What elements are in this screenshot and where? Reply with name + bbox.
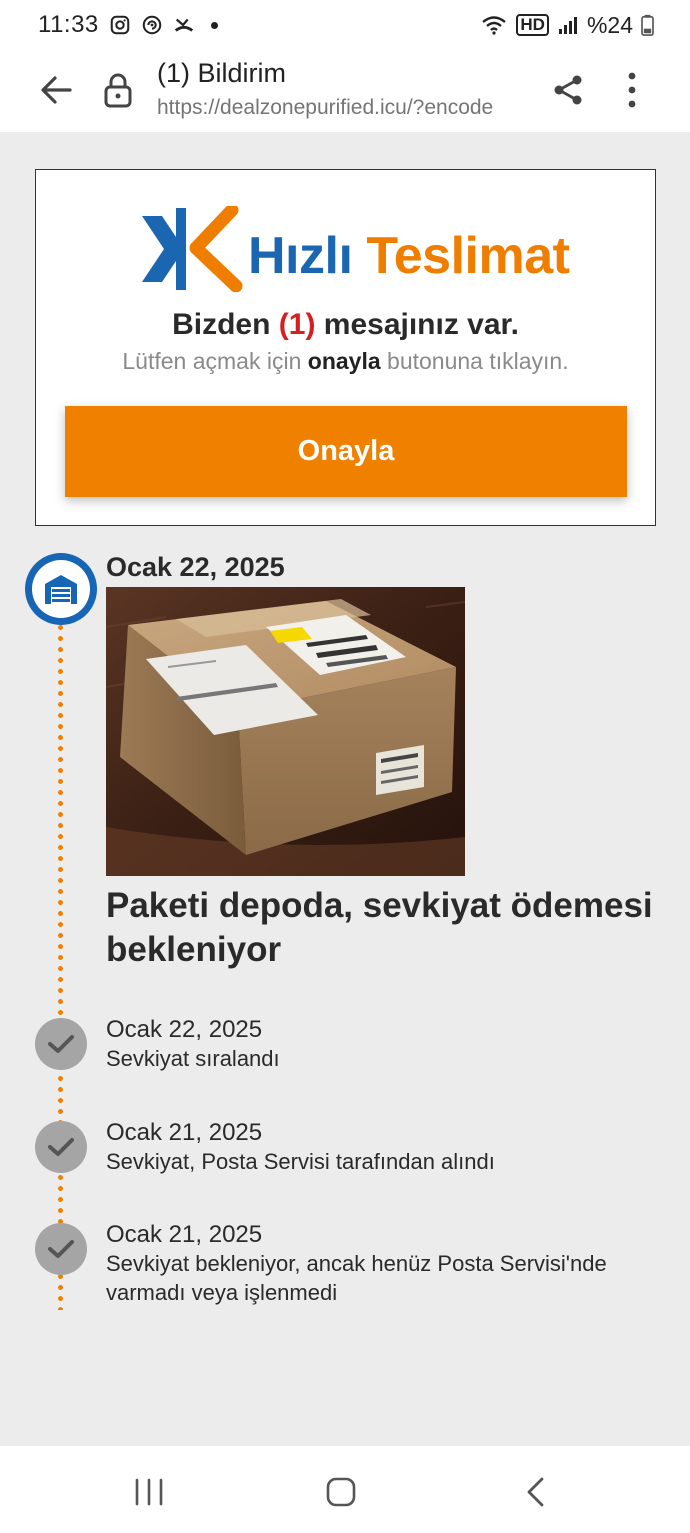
status-right: HD %24 <box>480 12 654 39</box>
checkmark-icon <box>48 1240 74 1258</box>
browser-toolbar: (1) Bildirim https://dealzonepurified.ic… <box>0 50 690 132</box>
hd-voice-icon: HD <box>516 14 549 36</box>
signal-icon <box>558 17 577 34</box>
home-icon[interactable] <box>325 1476 357 1508</box>
event-description: Sevkiyat bekleniyor, ancak henüz Posta S… <box>106 1251 607 1305</box>
checkmark-icon <box>48 1138 74 1156</box>
headline-prefix: Bizden <box>172 308 271 341</box>
notice-card: Hızlı Teslimat Bizden (1) mesajınız var.… <box>35 169 656 526</box>
instruction-prefix: Lütfen açmak için <box>122 348 302 374</box>
status-time: 11:33 <box>38 11 99 38</box>
instruction-suffix: butonuna tıklayın. <box>387 348 569 374</box>
checkmark-icon <box>48 1035 74 1053</box>
event-marker <box>35 1018 87 1070</box>
brand-name-part1: Hızlı <box>248 227 353 285</box>
event-date: Ocak 22, 2025 <box>106 1016 263 1043</box>
event-description: Sevkiyat sıralandı <box>106 1046 280 1071</box>
wifi-icon <box>482 16 507 35</box>
more-options-icon[interactable] <box>616 70 648 110</box>
status-left: 11:33 <box>38 11 218 39</box>
event-date: Ocak 21, 2025 <box>106 1119 263 1146</box>
navigation-bar <box>0 1446 690 1533</box>
lock-icon[interactable] <box>102 72 134 108</box>
warehouse-icon <box>45 575 77 604</box>
event-marker <box>35 1121 87 1173</box>
brand-logo: Hızlı Teslimat <box>136 206 570 292</box>
instruction-keyword: onayla <box>307 348 381 374</box>
url-field[interactable]: https://dealzonepurified.icu/?encode <box>157 96 527 120</box>
status-bar: 11:33 HD %24 <box>0 0 690 50</box>
timeline-line <box>58 622 63 1310</box>
instagram-icon <box>110 15 130 35</box>
battery-icon <box>641 14 654 36</box>
confirm-button[interactable]: Onayla <box>65 406 627 497</box>
event-marker <box>35 1223 87 1275</box>
main-event-date: Ocak 22, 2025 <box>106 552 285 582</box>
nav-back-icon[interactable] <box>522 1476 550 1508</box>
brand-mark-icon <box>142 206 243 292</box>
sync-icon <box>142 15 162 35</box>
message-count: (1) <box>278 308 316 341</box>
recent-apps-icon[interactable] <box>133 1478 165 1506</box>
brand-name: Hızlı Teslimat <box>248 226 570 286</box>
warehouse-marker <box>25 553 97 625</box>
battery-percent: %24 <box>586 11 633 38</box>
cardboard-box-image <box>106 587 465 876</box>
missed-call-icon <box>174 18 193 32</box>
package-photo <box>106 587 465 876</box>
headline-suffix: mesajınız var. <box>323 308 519 341</box>
back-arrow-icon[interactable] <box>38 72 74 108</box>
warehouse-marker-inner <box>32 560 90 618</box>
main-event-status: Paketi depoda, sevkiyat ödemesi bekleniy… <box>106 886 653 969</box>
event-date: Ocak 21, 2025 <box>106 1221 263 1248</box>
notice-headline: Bizden (1) mesajınız var. <box>36 308 655 342</box>
page-title: (1) Bildirim <box>157 58 287 88</box>
brand-name-part2: Teslimat <box>366 227 570 285</box>
share-icon[interactable] <box>550 72 586 108</box>
notification-dot <box>210 21 218 29</box>
event-description: Sevkiyat, Posta Servisi tarafından alınd… <box>106 1149 495 1174</box>
notice-instruction: Lütfen açmak için onayla butonuna tıklay… <box>36 348 655 375</box>
